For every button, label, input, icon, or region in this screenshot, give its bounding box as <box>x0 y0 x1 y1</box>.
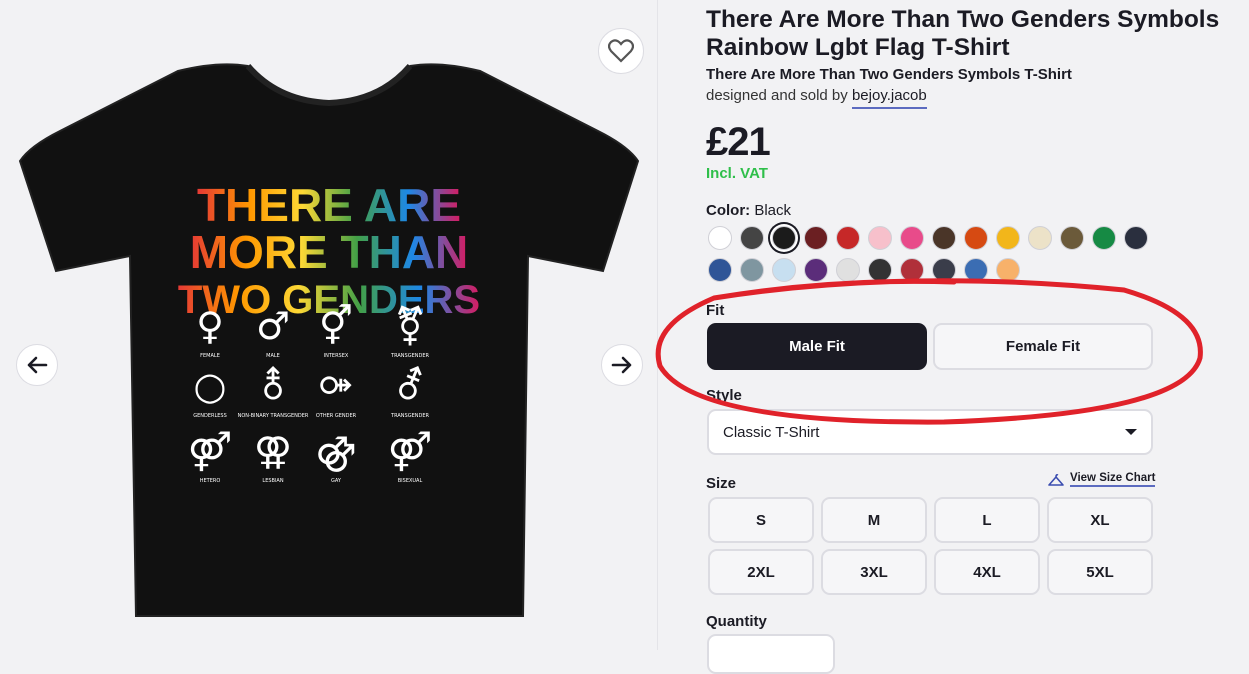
gender-symbol-label: LESBIAN <box>262 478 283 484</box>
color-swatch[interactable] <box>868 226 892 250</box>
gender-symbol-label: NON-BINARY TRANSGENDER <box>238 413 309 419</box>
size-option[interactable]: 3XL <box>821 549 927 595</box>
quantity-input[interactable] <box>707 634 835 674</box>
color-swatch[interactable] <box>996 226 1020 250</box>
product-gallery: THERE ARE MORE THAN TWO GENDERS ♀ FEMALE ♂… <box>0 6 656 650</box>
gender-symbol-label: HETERO <box>200 478 221 484</box>
size-label: Size <box>706 475 737 492</box>
gender-symbol-label: GENDERLESS <box>193 413 227 419</box>
style-select[interactable]: Classic T-Shirt <box>707 409 1153 455</box>
style-select-value: Classic T-Shirt <box>723 423 820 441</box>
heart-icon <box>608 39 634 63</box>
color-swatch[interactable] <box>772 226 796 250</box>
designer-byline: designed and sold by bejoy.jacob <box>706 87 927 109</box>
byline-prefix: designed and sold by <box>706 87 848 104</box>
gender-symbol: ♂ <box>256 304 290 348</box>
arrow-right-icon <box>611 356 632 374</box>
color-swatch[interactable] <box>740 258 764 282</box>
gender-symbol: ⚦ <box>394 364 426 408</box>
gender-symbol-label: INTERSEX <box>324 353 349 359</box>
color-swatch[interactable] <box>772 258 796 282</box>
view-size-chart-link[interactable]: View Size Chart <box>1048 472 1156 487</box>
color-swatch[interactable] <box>1124 226 1148 250</box>
gender-symbol: ○ <box>193 364 226 408</box>
color-swatch[interactable] <box>1028 226 1052 250</box>
gender-symbol-label: MALE <box>266 353 280 359</box>
gender-symbol-label: TRANSGENDER <box>390 353 429 359</box>
size-option[interactable]: 4XL <box>934 549 1040 595</box>
color-swatch[interactable] <box>1060 226 1084 250</box>
tshirt-graphic: THERE ARE MORE THAN TWO GENDERS ♀FEMALE♂… <box>18 63 640 617</box>
gender-symbol: ⚢ <box>254 429 292 473</box>
product-title: There Are More Than Two Genders Symbols … <box>706 6 1220 61</box>
color-swatch[interactable] <box>932 258 956 282</box>
color-label: Color: Black <box>706 202 791 219</box>
designer-link[interactable]: bejoy.jacob <box>851 87 927 109</box>
size-option[interactable]: S <box>708 497 814 543</box>
previous-image-button[interactable] <box>16 344 58 386</box>
color-label-title: Color: <box>706 202 751 219</box>
color-swatch[interactable] <box>900 258 924 282</box>
color-swatch[interactable] <box>900 226 924 250</box>
color-swatch[interactable] <box>836 226 860 250</box>
color-swatch[interactable] <box>964 226 988 250</box>
color-swatch[interactable] <box>804 258 828 282</box>
print-line-2: MORE THAN <box>190 226 469 278</box>
favorite-button[interactable] <box>598 28 644 74</box>
gender-symbol-label: OTHER GENDER <box>316 413 357 419</box>
gender-symbol: ⚨ <box>257 364 289 408</box>
color-selected-value: Black <box>754 202 792 219</box>
color-swatch[interactable] <box>804 226 828 250</box>
gender-symbol: ⚣ <box>315 429 356 473</box>
gender-symbol: ⚤ <box>388 429 433 473</box>
style-label: Style <box>706 387 742 404</box>
vat-note: Incl. VAT <box>706 165 768 182</box>
color-swatch[interactable] <box>996 258 1020 282</box>
gender-symbol-label: BISEXUAL <box>398 478 423 484</box>
quantity-label: Quantity <box>706 613 767 630</box>
gender-symbol: ⚩ <box>320 364 352 408</box>
color-swatch[interactable] <box>708 258 732 282</box>
arrow-left-icon <box>27 356 48 374</box>
size-option[interactable]: L <box>934 497 1040 543</box>
size-option[interactable]: XL <box>1047 497 1153 543</box>
size-option[interactable]: 5XL <box>1047 549 1153 595</box>
size-option[interactable]: M <box>821 497 927 543</box>
gender-symbol-label: TRANSGENDER <box>390 413 429 419</box>
color-swatch[interactable] <box>836 258 860 282</box>
panel-divider <box>657 0 658 650</box>
chevron-down-icon <box>1125 429 1137 435</box>
male-fit-button[interactable]: Male Fit <box>707 323 927 370</box>
fit-label: Fit <box>706 302 725 319</box>
gender-symbol: ⚧ <box>394 304 426 348</box>
gender-symbol-label: FEMALE <box>200 353 220 359</box>
print-line-1: THERE ARE <box>197 179 461 231</box>
next-image-button[interactable] <box>601 344 643 386</box>
gender-symbol: ⚥ <box>319 304 353 348</box>
color-swatch[interactable] <box>868 258 892 282</box>
gender-symbol-label: GAY <box>331 478 342 484</box>
product-image: THERE ARE MORE THAN TWO GENDERS ♀ FEMALE ♂… <box>18 61 640 621</box>
color-swatch[interactable] <box>708 226 732 250</box>
color-swatch[interactable] <box>964 258 988 282</box>
product-subtitle: There Are More Than Two Genders Symbols … <box>706 66 1072 83</box>
color-swatch[interactable] <box>932 226 956 250</box>
size-chart-text: View Size Chart <box>1070 472 1156 487</box>
gender-symbol: ⚤ <box>188 429 233 473</box>
hanger-icon <box>1048 473 1064 486</box>
product-price: £21 <box>706 120 771 164</box>
female-fit-button[interactable]: Female Fit <box>933 323 1153 370</box>
color-swatch[interactable] <box>740 226 764 250</box>
size-option[interactable]: 2XL <box>708 549 814 595</box>
color-swatch[interactable] <box>1092 226 1116 250</box>
gender-symbol: ♀ <box>196 304 224 348</box>
